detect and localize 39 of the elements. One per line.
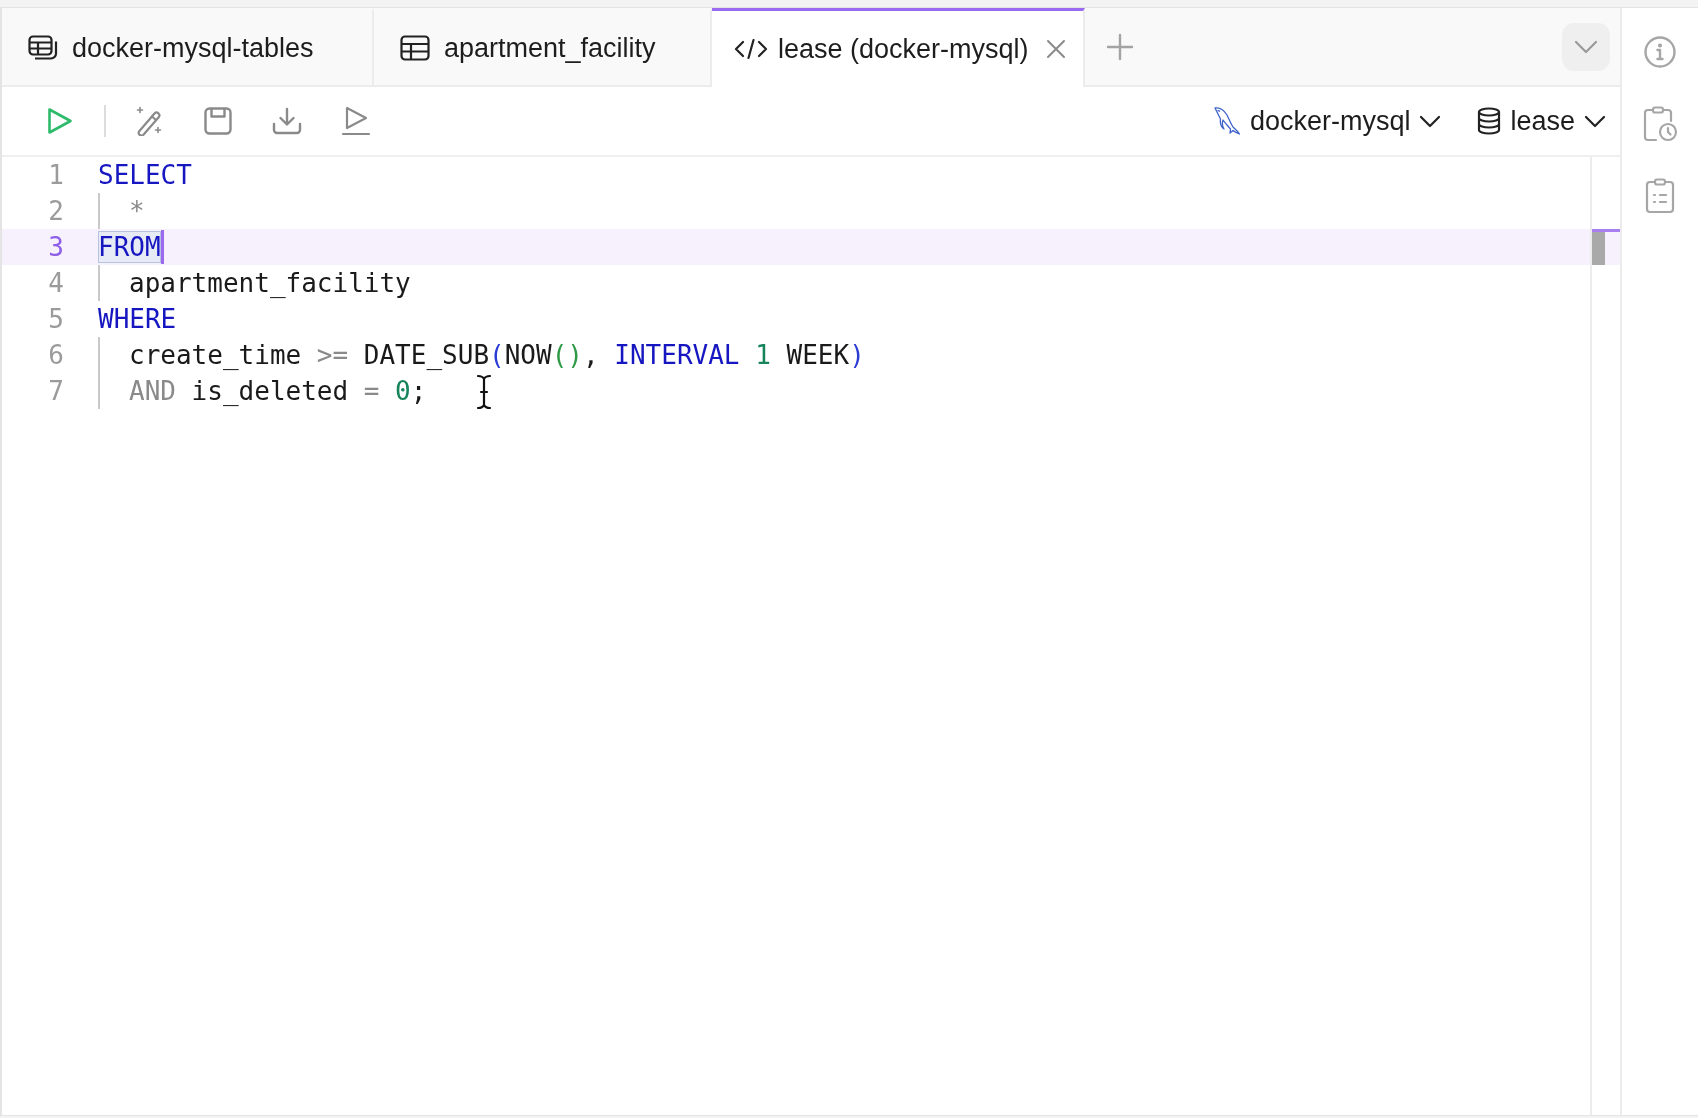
line-number: 5 — [47, 303, 64, 336]
line-number: 3 — [47, 231, 64, 264]
database-selector[interactable]: lease — [1477, 99, 1606, 143]
plus-icon — [1105, 32, 1134, 61]
text-caret — [160, 230, 164, 264]
database-icon — [1477, 107, 1502, 135]
line-number: 7 — [47, 375, 64, 408]
info-icon — [1644, 36, 1676, 68]
chevron-down-icon — [1584, 114, 1606, 128]
new-tab-button[interactable] — [1104, 31, 1135, 62]
dolphin-icon — [1212, 106, 1241, 136]
text-cursor-icon — [476, 374, 492, 410]
chevron-down-icon — [1419, 114, 1442, 128]
tab[interactable]: lease (docker-mysql) — [712, 8, 1085, 87]
tab[interactable]: docker-mysql-tables — [2, 8, 374, 85]
tab-list-button[interactable] — [1562, 22, 1610, 71]
code-line: * — [129, 195, 145, 228]
tables-icon — [28, 35, 58, 61]
line-number: 6 — [47, 339, 64, 372]
code-line: WHERE — [98, 303, 177, 336]
code-line: SELECT — [98, 159, 192, 192]
line-number: 4 — [47, 267, 64, 300]
line-number: 2 — [47, 195, 64, 228]
chevron-down-icon — [1574, 39, 1598, 54]
download-icon — [272, 107, 302, 135]
play-icon — [47, 107, 73, 135]
close-icon — [1045, 39, 1066, 59]
code-line: apartment_facility — [129, 267, 411, 300]
connection-selector[interactable]: docker-mysql — [1212, 99, 1442, 143]
scrollbar-thumb[interactable] — [1592, 232, 1605, 265]
line-number: 1 — [47, 159, 64, 192]
code-line: create_time >= DATE_SUB(NOW(), INTERVAL 1 WEEK) — [129, 339, 865, 372]
code-line: AND is_deleted = 0; — [129, 375, 427, 408]
clipboard-clock-icon — [1642, 106, 1678, 142]
play-underline-icon — [341, 106, 371, 136]
magic-wand-icon — [135, 106, 163, 136]
table-icon — [400, 35, 430, 61]
clipboard-list-icon — [1645, 178, 1675, 214]
code-icon — [734, 38, 768, 60]
